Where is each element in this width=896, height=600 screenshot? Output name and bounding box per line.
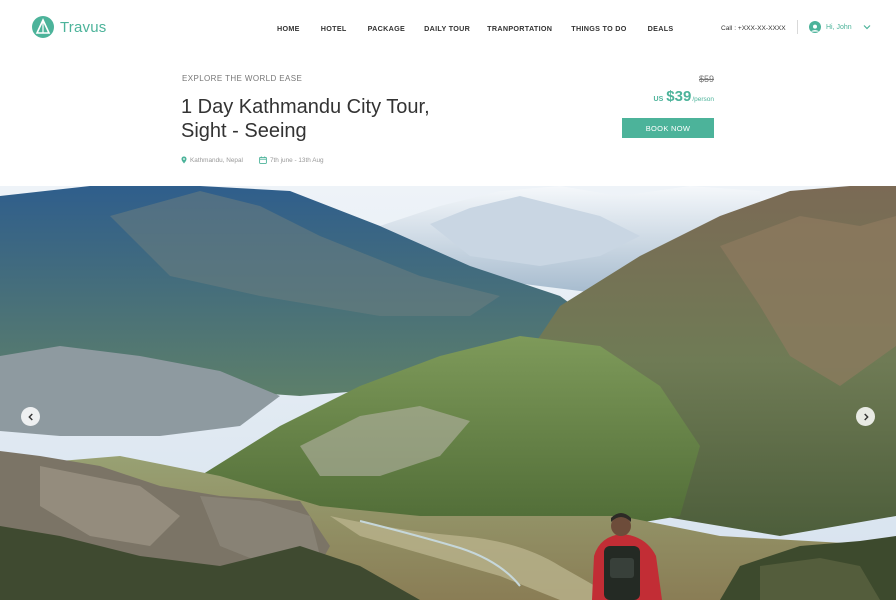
- tour-title-line-2: Sight - Seeing: [181, 120, 307, 142]
- nav-item-deals[interactable]: DEALS: [648, 24, 674, 33]
- mountain-landscape-image: [0, 186, 896, 600]
- carousel-prev-button[interactable]: [21, 407, 40, 426]
- price-amount: $39: [666, 88, 692, 105]
- nav-item-daily-tour[interactable]: DAILY TOUR: [424, 24, 470, 33]
- chevron-left-icon: [27, 413, 33, 420]
- tour-title: 1 Day Kathmandu City Tour, Sight - Seein…: [181, 95, 481, 143]
- tour-location-text: Kathmandu, Nepal: [190, 156, 243, 164]
- current-price: US $39 /person: [654, 88, 714, 105]
- nav-item-home[interactable]: HOME: [277, 24, 300, 33]
- brand-name: Travus: [60, 18, 107, 36]
- site-header: Travus HOME HOTEL PACKAGE DAILY TOUR TRA…: [0, 0, 896, 56]
- user-menu[interactable]: Hi, John: [809, 21, 871, 33]
- price-currency: US: [653, 96, 664, 103]
- nav-item-transportation[interactable]: TRANPORTATION: [487, 24, 552, 33]
- carousel-next-button[interactable]: [856, 407, 875, 426]
- user-name: Hi, John: [826, 23, 852, 31]
- tour-dates-text: 7th june - 13th Aug: [269, 156, 324, 164]
- logo[interactable]: Travus: [32, 16, 107, 38]
- nav-item-hotel[interactable]: HOTEL: [321, 24, 347, 33]
- old-price: $59: [698, 74, 714, 84]
- nav-item-things-to-do[interactable]: THINGS TO DO: [571, 24, 626, 33]
- book-now-button[interactable]: BOOK NOW: [622, 118, 714, 138]
- calendar-icon: [259, 156, 267, 164]
- user-avatar-icon: [809, 21, 821, 33]
- main-nav: HOME HOTEL PACKAGE DAILY TOUR TRANPORTAT…: [277, 24, 674, 33]
- header-divider: [797, 20, 798, 34]
- tour-eyebrow: EXPLORE THE WORLD EASE: [182, 74, 303, 83]
- call-number: Call : +XXX-XX-XXXX: [721, 25, 786, 32]
- hero-image: [0, 186, 896, 600]
- logo-icon: [32, 16, 54, 38]
- chevron-down-icon: [863, 25, 871, 30]
- nav-item-package[interactable]: PACKAGE: [368, 24, 406, 33]
- tour-dates: 7th june - 13th Aug: [259, 156, 324, 164]
- tour-location: Kathmandu, Nepal: [181, 156, 243, 164]
- chevron-right-icon: [863, 413, 869, 420]
- location-pin-icon: [181, 156, 187, 164]
- tour-meta: Kathmandu, Nepal 7th june - 13th Aug: [181, 156, 324, 164]
- tour-title-line-1: 1 Day Kathmandu City Tour,: [181, 96, 430, 118]
- price-per: /person: [692, 96, 714, 103]
